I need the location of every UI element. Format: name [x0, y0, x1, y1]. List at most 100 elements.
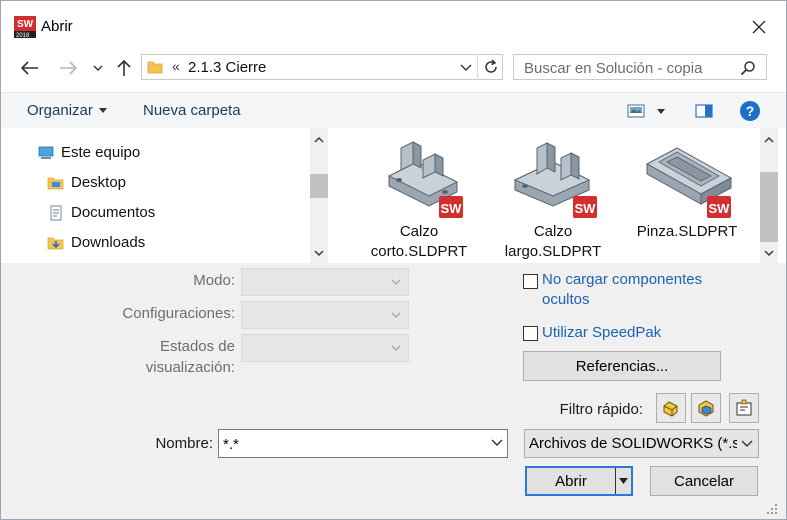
- back-arrow-icon: [21, 61, 38, 75]
- assembly-filter-icon: [698, 400, 714, 417]
- filter-assemblies-button[interactable]: [691, 393, 721, 423]
- filter-parts-button[interactable]: [656, 393, 686, 423]
- computer-icon: [38, 146, 54, 159]
- chevron-down-icon: [391, 312, 401, 318]
- no-load-hidden-checkbox[interactable]: [523, 274, 538, 289]
- search-input[interactable]: [524, 58, 734, 78]
- tree-item-this-pc[interactable]: Este equipo: [37, 144, 140, 161]
- forward-arrow-icon: [60, 61, 77, 75]
- display-states-label: Estados de visualización:: [145, 338, 235, 376]
- address-bar[interactable]: « 2.1.3 Cierre: [141, 54, 503, 80]
- tree-item-label: Este equipo: [61, 144, 141, 161]
- file-type-select[interactable]: Archivos de SOLIDWORKS (*.slc: [524, 429, 759, 458]
- tree-item-desktop[interactable]: Desktop: [47, 174, 126, 191]
- chevron-up-icon: [764, 137, 774, 143]
- speedpak-checkbox[interactable]: [523, 326, 538, 341]
- address-dropdown-icon[interactable]: [460, 64, 472, 72]
- caret-down-icon: [619, 478, 628, 484]
- part-thumbnail-icon: SW: [645, 147, 733, 218]
- part-thumbnail-icon: SW: [513, 142, 597, 218]
- solidworks-app-icon: SW 2018: [14, 16, 36, 39]
- refresh-button[interactable]: [477, 54, 503, 80]
- file-name-combo[interactable]: [218, 429, 508, 458]
- scroll-up-arrow[interactable]: [310, 132, 328, 148]
- downloads-folder-icon: [47, 237, 64, 249]
- nav-pane-scrollbar[interactable]: [310, 128, 328, 263]
- references-button[interactable]: Referencias...: [523, 351, 721, 381]
- scroll-thumb[interactable]: [310, 174, 328, 198]
- desktop-folder-icon: [47, 177, 64, 189]
- preview-pane-button[interactable]: [693, 101, 715, 121]
- open-options-dropdown[interactable]: [616, 468, 631, 494]
- drawing-filter-icon: [736, 399, 752, 416]
- svg-text:SW: SW: [709, 201, 731, 216]
- title-bar: SW 2018 Abrir: [1, 1, 786, 45]
- chevron-down-icon: [314, 250, 324, 256]
- help-button[interactable]: ?: [738, 99, 762, 123]
- mode-label: Modo:: [193, 272, 235, 289]
- svg-text:SW: SW: [441, 201, 463, 216]
- part-filter-icon: [663, 401, 678, 417]
- tree-item-label: Documentos: [71, 204, 156, 221]
- scroll-down-arrow[interactable]: [760, 245, 778, 261]
- organize-label: Organizar: [27, 102, 93, 119]
- folder-icon: [147, 61, 163, 74]
- file-item-pinza[interactable]: SW Pinza.SLDPRT: [627, 128, 747, 263]
- tree-item-downloads[interactable]: Downloads: [47, 234, 145, 251]
- chevron-down-icon: [391, 345, 401, 351]
- preview-pane-icon: [695, 104, 713, 118]
- speedpak-label[interactable]: Utilizar SpeedPak: [542, 323, 661, 343]
- no-load-hidden-label[interactable]: No cargar componentes ocultos: [542, 270, 702, 310]
- configurations-label: Configuraciones:: [122, 305, 235, 322]
- chevron-down-icon[interactable]: [491, 439, 503, 447]
- open-button[interactable]: Abrir: [527, 468, 615, 494]
- recent-locations-button[interactable]: [89, 59, 107, 77]
- file-list: SW Calzo corto.SLDPRT SW Calzo largo.SLD…: [331, 128, 758, 263]
- cancel-button[interactable]: Cancelar: [650, 466, 758, 496]
- search-icon[interactable]: [740, 60, 756, 76]
- close-button[interactable]: [737, 9, 781, 45]
- file-type-value: Archivos de SOLIDWORKS (*.slc: [529, 435, 737, 452]
- caret-down-icon: [657, 108, 665, 114]
- chevron-down-icon: [391, 279, 401, 285]
- configurations-select[interactable]: [241, 301, 409, 329]
- change-view-button[interactable]: [625, 101, 647, 121]
- file-list-scrollbar[interactable]: [760, 128, 778, 263]
- up-arrow-icon: [117, 59, 131, 76]
- organize-button[interactable]: Organizar: [27, 102, 107, 119]
- tree-item-label: Desktop: [71, 174, 127, 191]
- file-name-label: Nombre:: [155, 435, 213, 452]
- svg-text:SW: SW: [17, 19, 34, 30]
- chevron-up-icon: [314, 137, 324, 143]
- file-name: Calzo largo.SLDPRT: [504, 223, 602, 260]
- navigation-pane: Este equipo Desktop Documentos Downloads: [1, 128, 331, 263]
- file-item-calzo-corto[interactable]: SW Calzo corto.SLDPRT: [359, 128, 479, 263]
- resize-grip-icon[interactable]: [764, 501, 778, 515]
- tree-item-documents[interactable]: Documentos: [47, 204, 155, 221]
- new-folder-button[interactable]: Nueva carpeta: [143, 102, 241, 119]
- scroll-up-arrow[interactable]: [760, 132, 778, 148]
- filter-drawings-button[interactable]: [729, 393, 759, 423]
- view-icon: [627, 104, 645, 118]
- search-box[interactable]: [513, 54, 767, 80]
- close-icon: [752, 20, 766, 34]
- back-button[interactable]: [17, 56, 43, 80]
- address-root-chevron[interactable]: «: [172, 58, 180, 74]
- file-name-input[interactable]: [223, 434, 473, 454]
- mode-select[interactable]: [241, 268, 409, 296]
- scroll-down-arrow[interactable]: [310, 245, 328, 261]
- chevron-down-icon: [741, 440, 753, 447]
- quick-filter-label: Filtro rápido:: [559, 401, 643, 418]
- svg-text:SW: SW: [575, 201, 597, 216]
- display-states-select[interactable]: [241, 334, 409, 362]
- view-options-dropdown[interactable]: [653, 105, 669, 117]
- command-toolbar: Organizar Nueva carpeta ?: [1, 92, 786, 128]
- up-button[interactable]: [113, 56, 135, 80]
- window-title: Abrir: [41, 18, 73, 35]
- forward-button[interactable]: [55, 56, 81, 80]
- documents-folder-icon: [50, 205, 62, 220]
- new-folder-label: Nueva carpeta: [143, 102, 241, 119]
- address-path-segment[interactable]: 2.1.3 Cierre: [188, 59, 266, 76]
- file-item-calzo-largo[interactable]: SW Calzo largo.SLDPRT: [493, 128, 613, 263]
- scroll-thumb[interactable]: [760, 172, 778, 242]
